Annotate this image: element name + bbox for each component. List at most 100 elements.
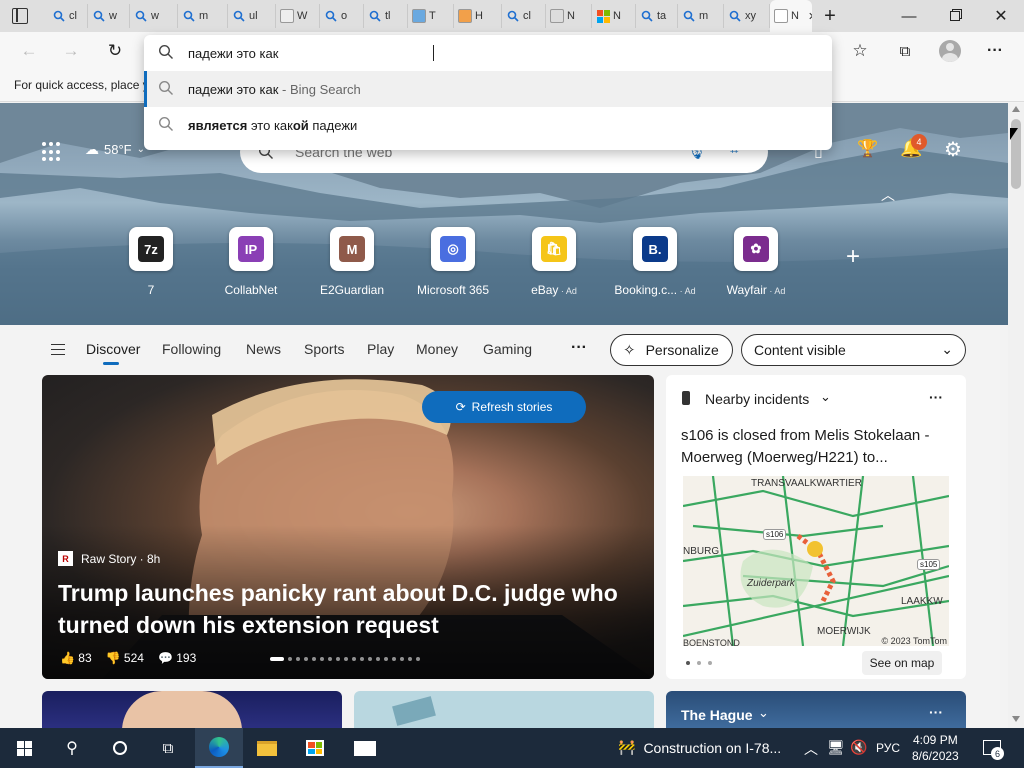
tab[interactable]: m: [678, 4, 724, 28]
scroll-down-icon[interactable]: [1012, 716, 1020, 722]
tab[interactable]: T: [408, 4, 454, 28]
tab[interactable]: tl: [364, 4, 408, 28]
quicklink-tile[interactable]: M: [330, 227, 374, 271]
suggestion-bing-search[interactable]: падежи это как - Bing Search: [144, 71, 832, 107]
scroll-up-icon[interactable]: [1012, 106, 1020, 112]
feed-tab-gaming[interactable]: Gaming: [483, 341, 532, 357]
quicklink-e2guardian[interactable]: M E2Guardian: [307, 227, 397, 297]
store-icon[interactable]: [291, 728, 339, 768]
chevron-up-icon[interactable]: ︿: [804, 739, 818, 759]
chevron-down-icon[interactable]: ⌄: [820, 389, 831, 405]
feed-tab-money[interactable]: Money: [416, 341, 458, 357]
quicklink-tile[interactable]: ◎: [431, 227, 475, 271]
tab[interactable]: H: [454, 4, 502, 28]
new-tab-button[interactable]: +: [810, 0, 850, 32]
tab[interactable]: w: [88, 4, 130, 28]
tab[interactable]: N: [592, 4, 636, 28]
task-view-icon[interactable]: ⧉: [144, 728, 192, 768]
hamburger-menu-icon[interactable]: [51, 344, 65, 355]
traffic-pager[interactable]: [686, 661, 712, 665]
traffic-card[interactable]: Nearby incidents ⌄ ··· s106 is closed fr…: [666, 375, 966, 679]
traffic-headline[interactable]: s106 is closed from Melis Stokelaan - Mo…: [681, 425, 956, 469]
quicklink-tile[interactable]: 🛍: [532, 227, 576, 271]
traffic-title[interactable]: Nearby incidents: [705, 391, 809, 407]
quicklink-tile[interactable]: B.: [633, 227, 677, 271]
refresh-stories-button[interactable]: ⟳ Refresh stories: [422, 391, 586, 423]
apps-grid-icon[interactable]: [42, 142, 62, 162]
tab[interactable]: w: [130, 4, 178, 28]
forward-button[interactable]: →: [56, 36, 86, 66]
windows-start-icon[interactable]: [0, 728, 48, 768]
traffic-more-icon[interactable]: ···: [929, 389, 943, 405]
chevron-up-icon[interactable]: ︿: [881, 185, 895, 205]
carousel-dot[interactable]: [336, 657, 340, 661]
minimize-button[interactable]: —: [886, 0, 932, 32]
refresh-button[interactable]: ↻: [100, 36, 130, 66]
close-window-button[interactable]: ✕: [978, 0, 1024, 32]
address-input-row[interactable]: падежи это как: [144, 35, 832, 71]
taskbar-notification[interactable]: 🚧 Construction on I-78...: [618, 739, 781, 756]
tab[interactable]: xy: [724, 4, 770, 28]
carousel-dot[interactable]: [376, 657, 380, 661]
carousel-dot[interactable]: [320, 657, 324, 661]
back-button[interactable]: ←: [14, 36, 44, 66]
settings-more-icon[interactable]: ···: [980, 36, 1010, 66]
tab[interactable]: W: [276, 4, 320, 28]
carousel-dot[interactable]: [344, 657, 348, 661]
more-feed-icon[interactable]: ···: [571, 339, 587, 357]
volume-muted-icon[interactable]: 🔇: [850, 739, 867, 756]
tab[interactable]: cl: [502, 4, 546, 28]
favorites-star-icon[interactable]: ☆: [845, 36, 875, 66]
tab[interactable]: o: [320, 4, 364, 28]
address-input[interactable]: падежи это как: [188, 46, 278, 61]
quicklink-ebay[interactable]: 🛍 eBay · Ad: [509, 227, 599, 297]
weather-widget[interactable]: ☁ 58°F ⌄: [85, 141, 145, 158]
carousel-dots[interactable]: [270, 657, 420, 661]
profile-avatar[interactable]: [935, 36, 965, 66]
file-explorer-icon[interactable]: [243, 728, 291, 768]
quicklink-booking-c-[interactable]: B. Booking.c... · Ad: [610, 227, 700, 297]
carousel-dot[interactable]: [392, 657, 396, 661]
trophy-icon[interactable]: 🏆: [857, 139, 878, 159]
carousel-dot[interactable]: [400, 657, 404, 661]
quicklink-wayfair[interactable]: ✿ Wayfair · Ad: [711, 227, 801, 297]
carousel-dot[interactable]: [360, 657, 364, 661]
dislike-button[interactable]: 👎 524: [106, 651, 144, 665]
add-quicklink-button[interactable]: +: [846, 243, 860, 271]
story-card[interactable]: [42, 691, 342, 728]
carousel-dot[interactable]: [384, 657, 388, 661]
feed-tab-discover[interactable]: Discover: [86, 341, 140, 357]
notifications-bell[interactable]: 🔔 4: [900, 134, 927, 159]
language-indicator[interactable]: РУС: [876, 741, 900, 755]
card-more-icon[interactable]: ···: [929, 704, 943, 720]
feed-tab-play[interactable]: Play: [367, 341, 394, 357]
see-on-map-button[interactable]: See on map: [862, 651, 942, 675]
feed-tab-sports[interactable]: Sports: [304, 341, 344, 357]
carousel-dot[interactable]: [304, 657, 308, 661]
quicklink-microsoft-365[interactable]: ◎ Microsoft 365: [408, 227, 498, 297]
traffic-map[interactable]: TRANSVAALKWARTIER NBURG Zuiderpark LAAKK…: [683, 476, 949, 646]
carousel-dot[interactable]: [328, 657, 332, 661]
network-icon[interactable]: 🖥: [827, 739, 845, 756]
carousel-dot[interactable]: [408, 657, 412, 661]
story-headline[interactable]: Trump launches panicky rant about D.C. j…: [58, 577, 633, 641]
tab[interactable]: ta: [636, 4, 678, 28]
quicklink-tile[interactable]: 7z: [129, 227, 173, 271]
story-source[interactable]: R Raw Story · 8h: [58, 551, 160, 566]
like-button[interactable]: 👍 83: [60, 651, 92, 665]
edge-taskbar-icon[interactable]: [195, 728, 243, 768]
tab[interactable]: N✕: [770, 0, 812, 32]
page-scrollbar[interactable]: [1008, 103, 1024, 728]
city-title[interactable]: The Hague: [681, 707, 753, 723]
carousel-dot[interactable]: [270, 657, 284, 661]
content-visible-dropdown[interactable]: Content visible ⌄: [741, 334, 966, 366]
carousel-dot[interactable]: [368, 657, 372, 661]
quicklink-tile[interactable]: ✿: [734, 227, 778, 271]
clock[interactable]: 4:09 PM 8/6/2023: [912, 732, 959, 764]
personalize-button[interactable]: ✧ Personalize: [610, 334, 733, 366]
feed-tab-following[interactable]: Following: [162, 341, 221, 357]
chevron-down-icon[interactable]: ⌄: [758, 705, 769, 721]
action-center-icon[interactable]: 6: [983, 740, 1004, 760]
restore-button[interactable]: [932, 0, 978, 32]
tab[interactable]: N: [546, 4, 592, 28]
